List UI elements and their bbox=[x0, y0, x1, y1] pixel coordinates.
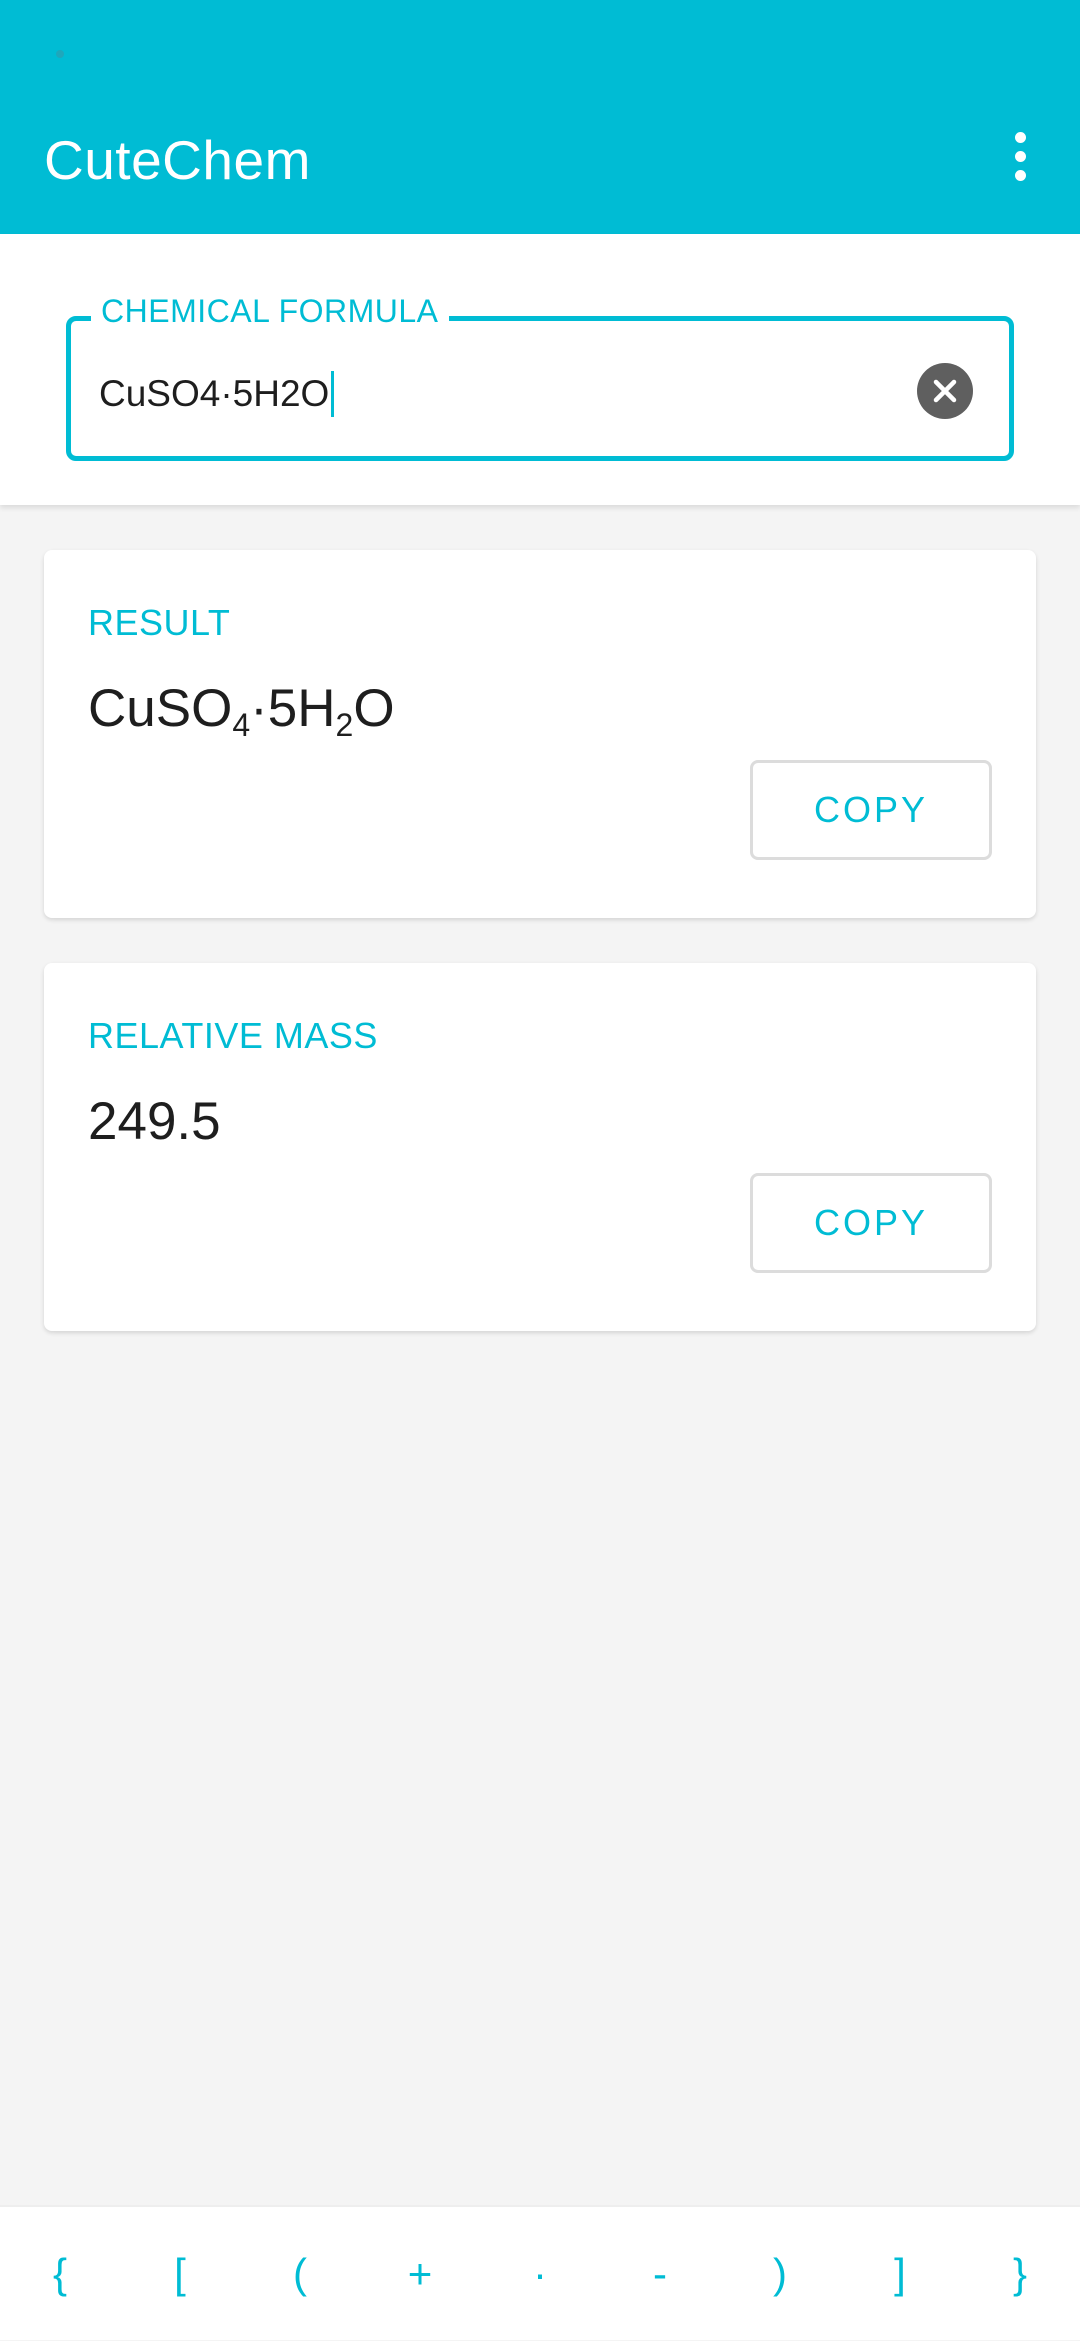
symbol-key-minus[interactable]: - bbox=[600, 2206, 720, 2341]
symbol-bar: { [ ( + · - ) ] } bbox=[0, 2205, 1080, 2340]
more-vert-icon[interactable] bbox=[990, 126, 1050, 186]
relative-mass-card: RELATIVE MASS 249.5 COPY bbox=[44, 963, 1036, 1331]
symbol-key-open-brace[interactable]: { bbox=[0, 2206, 120, 2341]
symbol-key-dot[interactable]: · bbox=[480, 2206, 600, 2341]
symbol-key-close-brace[interactable]: } bbox=[960, 2206, 1080, 2341]
result-formula: CuSO4·5H2O bbox=[88, 679, 395, 743]
symbol-key-close-bracket[interactable]: ] bbox=[840, 2206, 960, 2341]
relative-mass-label: RELATIVE MASS bbox=[88, 1015, 378, 1056]
result-label: RESULT bbox=[88, 602, 231, 643]
app-bar: CuteChem bbox=[0, 0, 1080, 234]
relative-mass-value: 249.5 bbox=[88, 1092, 221, 1151]
clear-input-button[interactable] bbox=[917, 363, 973, 419]
text-caret bbox=[331, 371, 335, 417]
symbol-key-plus[interactable]: + bbox=[360, 2206, 480, 2341]
copy-mass-button[interactable]: COPY bbox=[750, 1173, 992, 1273]
formula-input-value[interactable]: CuSO4·5H2O bbox=[99, 373, 329, 415]
formula-input-label: CHEMICAL FORMULA bbox=[91, 293, 449, 330]
formula-input-value-wrap[interactable]: CuSO4·5H2O bbox=[99, 371, 335, 417]
formula-input-field[interactable]: CHEMICAL FORMULA CuSO4·5H2O bbox=[66, 293, 1014, 461]
symbol-key-open-bracket[interactable]: [ bbox=[120, 2206, 240, 2341]
symbol-key-open-paren[interactable]: ( bbox=[240, 2206, 360, 2341]
symbol-key-close-paren[interactable]: ) bbox=[720, 2206, 840, 2341]
status-bar-indicator bbox=[56, 50, 64, 58]
app-title: CuteChem bbox=[44, 129, 311, 191]
copy-result-button[interactable]: COPY bbox=[750, 760, 992, 860]
result-card: RESULT CuSO4·5H2O COPY bbox=[44, 550, 1036, 918]
close-icon bbox=[933, 379, 957, 403]
input-panel: CHEMICAL FORMULA CuSO4·5H2O bbox=[0, 234, 1080, 505]
